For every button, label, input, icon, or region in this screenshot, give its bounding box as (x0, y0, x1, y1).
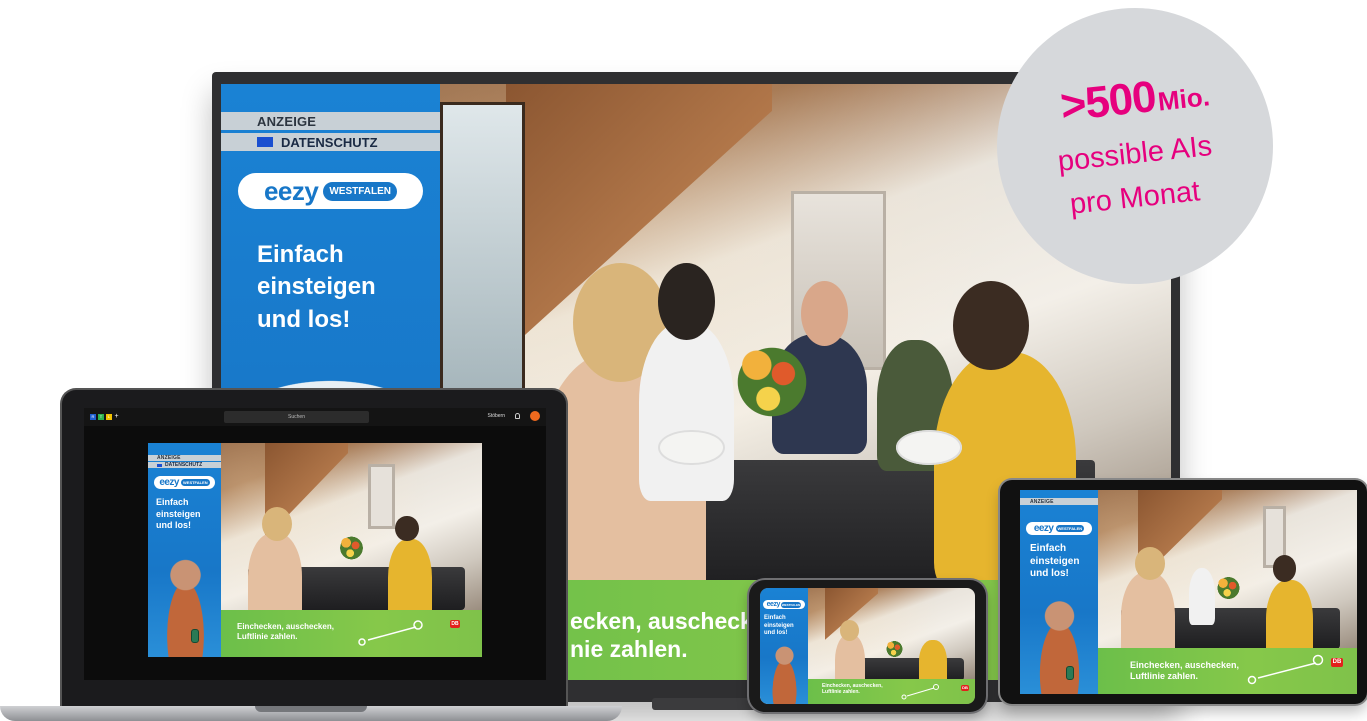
laptop-video-player[interactable]: ANZEIGE DATENSCHUTZ eezy WESTFALEN Einfa… (148, 443, 482, 657)
info-square-icon (257, 137, 273, 147)
eezy-wordmark: eezy (159, 477, 179, 488)
headline-line-3: und los! (764, 630, 788, 636)
phone-ad-bottom-bar: Einchecken, auschecken, Luftlinie zahlen… (808, 679, 975, 704)
headline-line-3: und los! (1030, 568, 1069, 579)
tablet-ad-bottom-bar: Einchecken, auschecken, Luftlinie zahlen… (1098, 648, 1357, 694)
claim-line-1: Einchecken, auschecken, (1130, 660, 1240, 670)
datenschutz-text: DATENSCHUTZ (281, 134, 378, 150)
ad-model-photo (765, 642, 804, 704)
avatar[interactable] (530, 411, 540, 421)
route-line-icon (1247, 654, 1324, 685)
browse-link[interactable]: Stöbern (487, 413, 505, 419)
phone-ad-sidebar: eezy WESTFALEN Einfach einsteigen und lo… (760, 588, 808, 704)
rtl-plus-logo[interactable]: R T L + (90, 413, 119, 420)
ad-headline: Einfach einsteigen und los! (764, 615, 808, 638)
claim-line-1: Einchecken, auschecken, (237, 622, 334, 631)
datenschutz-text: DATENSCHUTZ (165, 462, 203, 468)
headline-line-3: und los! (257, 305, 351, 333)
eezy-logo: eezy WESTFALEN (238, 173, 423, 209)
claim-line-2: Luftlinie zahlen. (237, 631, 298, 641)
headline-line-2: einsteigen (156, 508, 201, 519)
badge-unit: Mio. (1156, 81, 1212, 117)
eezy-logo: eezy WESTFALEN (1026, 522, 1092, 535)
tablet-device: ANZEIGE eezy WESTFALEN Einfach einsteige… (1000, 480, 1367, 704)
westfalen-wordmark: WESTFALEN (780, 601, 802, 608)
headline-line-3: und los! (156, 520, 191, 531)
ad-phone-image (191, 629, 199, 643)
db-logo: DB (961, 685, 969, 691)
tablet-screen: ANZEIGE eezy WESTFALEN Einfach einsteige… (1020, 490, 1357, 694)
tablet-ad-sidebar: ANZEIGE eezy WESTFALEN Einfach einsteige… (1020, 490, 1098, 694)
westfalen-wordmark: WESTFALEN (181, 479, 210, 486)
search-input[interactable]: Suchen (224, 411, 369, 423)
topbar-right: Stöbern (487, 411, 540, 421)
headline-line-2: einsteigen (764, 622, 794, 629)
ad-model-photo (1029, 594, 1091, 694)
laptop-display: R T L + Suchen Stöbern ANZEIGE DATENSCHU… (84, 408, 546, 680)
rtl-plus-sign: + (114, 413, 119, 420)
ad-headline: Einfach einsteigen und los! (1030, 543, 1098, 581)
anzeige-label: ANZEIGE (221, 112, 440, 130)
badge-headline: >500Mio. (995, 60, 1275, 139)
route-line-icon (901, 684, 939, 700)
ad-phone-image (1066, 666, 1074, 680)
claim-line-2: Luftlinie zahlen. (822, 689, 860, 695)
anzeige-label: ANZEIGE (1020, 498, 1098, 505)
laptop-notch (255, 706, 367, 712)
headline-line-1: Einfach (764, 615, 786, 621)
route-line-icon (358, 620, 423, 646)
anzeige-label: ANZEIGE (148, 455, 221, 461)
eezy-wordmark: eezy (766, 601, 781, 608)
reach-badge: >500Mio. possible AIs pro Monat (997, 8, 1273, 284)
laptop-ad-bottom-bar: Einchecken, auschecken, Luftlinie zahlen… (221, 610, 482, 657)
streaming-topbar: R T L + Suchen Stöbern (84, 408, 546, 426)
eezy-logo: eezy WESTFALEN (154, 476, 215, 489)
rtl-letter-l: L (106, 414, 112, 420)
eezy-wordmark: eezy (263, 175, 319, 206)
db-logo: DB (1331, 658, 1343, 667)
headline-line-1: Einfach (156, 497, 189, 507)
info-square-icon (157, 463, 162, 467)
eezy-wordmark: eezy (1033, 523, 1054, 534)
badge-number: >500 (1058, 71, 1158, 131)
westfalen-wordmark: WESTFALEN (323, 181, 398, 201)
phone-device: eezy WESTFALEN Einfach einsteigen und lo… (749, 580, 986, 712)
headline-line-1: Einfach (1030, 543, 1067, 554)
ad-headline: Einfach einsteigen und los! (156, 497, 221, 532)
headline-line-2: einsteigen (257, 273, 376, 301)
eezy-logo: eezy WESTFALEN (763, 600, 805, 609)
datenschutz-label[interactable]: DATENSCHUTZ (221, 133, 440, 151)
ad-model-photo (156, 552, 214, 657)
rtl-letter-r: R (90, 414, 96, 420)
headline-line-1: Einfach (257, 241, 344, 268)
headline-line-2: einsteigen (1030, 555, 1080, 567)
ad-headline: Einfach einsteigen und los! (257, 239, 440, 336)
laptop-device: R T L + Suchen Stöbern ANZEIGE DATENSCHU… (0, 390, 622, 721)
laptop-ad-sidebar: ANZEIGE DATENSCHUTZ eezy WESTFALEN Einfa… (148, 443, 221, 657)
phone-screen: eezy WESTFALEN Einfach einsteigen und lo… (760, 588, 975, 704)
rtl-letter-t: T (98, 414, 104, 420)
claim-line-2: Luftlinie zahlen. (1130, 670, 1199, 681)
db-logo: DB (450, 620, 460, 628)
bell-icon[interactable] (515, 413, 520, 419)
datenschutz-label[interactable]: DATENSCHUTZ (148, 462, 221, 468)
westfalen-wordmark: WESTFALEN (1055, 525, 1085, 532)
